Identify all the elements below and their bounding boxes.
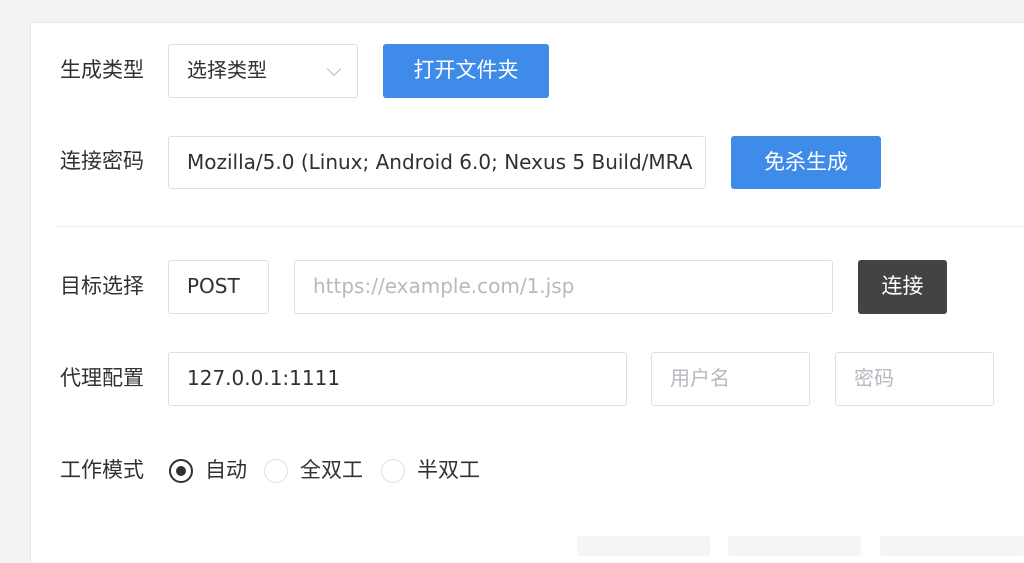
target-url-placeholder: https://example.com/1.jsp: [313, 274, 575, 298]
radio-full-duplex-label[interactable]: 全双工: [300, 455, 363, 485]
generate-type-select-value: 选择类型: [187, 58, 267, 82]
proxy-password-input[interactable]: 密码: [835, 352, 994, 406]
open-folder-button[interactable]: 打开文件夹: [383, 44, 549, 98]
proxy-username-input[interactable]: 用户名: [651, 352, 810, 406]
proxy-password-placeholder: 密码: [854, 366, 894, 390]
generate-evasion-button[interactable]: 免杀生成: [731, 136, 881, 189]
radio-auto-label[interactable]: 自动: [205, 455, 247, 485]
connect-button[interactable]: 连接: [858, 260, 947, 314]
proxy-label: 代理配置: [60, 366, 144, 390]
chevron-down-icon: [326, 61, 342, 77]
connect-password-label: 连接密码: [60, 149, 144, 173]
connect-password-value: Mozilla/5.0 (Linux; Android 6.0; Nexus 5…: [187, 150, 693, 174]
radio-half-duplex[interactable]: [381, 459, 405, 483]
method-select[interactable]: POST: [168, 260, 269, 314]
connect-password-input[interactable]: Mozilla/5.0 (Linux; Android 6.0; Nexus 5…: [168, 136, 706, 189]
proxy-username-placeholder: 用户名: [670, 366, 730, 390]
work-mode-label: 工作模式: [60, 458, 144, 482]
proxy-address-input[interactable]: 127.0.0.1:1111: [168, 352, 627, 406]
bottom-button-2[interactable]: [728, 536, 861, 556]
bottom-button-1[interactable]: [577, 536, 710, 556]
section-divider: [56, 226, 1024, 227]
generate-type-label: 生成类型: [60, 58, 144, 82]
generate-type-select[interactable]: 选择类型: [168, 44, 358, 98]
target-label: 目标选择: [60, 274, 144, 298]
radio-auto[interactable]: [169, 459, 193, 483]
bottom-button-3[interactable]: [880, 536, 1024, 556]
radio-half-duplex-label[interactable]: 半双工: [417, 455, 480, 485]
proxy-address-value: 127.0.0.1:1111: [187, 366, 341, 390]
radio-full-duplex[interactable]: [264, 459, 288, 483]
method-value: POST: [187, 274, 240, 298]
target-url-input[interactable]: https://example.com/1.jsp: [294, 260, 833, 314]
